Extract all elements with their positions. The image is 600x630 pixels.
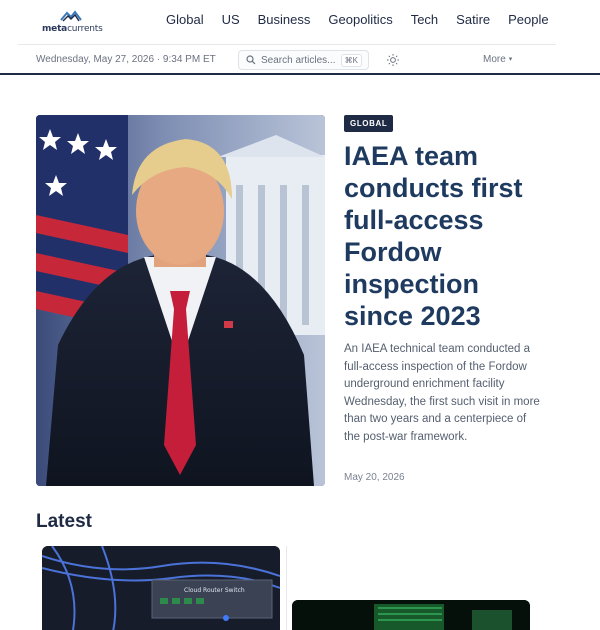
nav-item-satire[interactable]: Satire xyxy=(456,12,490,28)
hero-summary: An IAEA technical team conducted a full-… xyxy=(344,343,540,443)
nav-item-geopolitics[interactable]: Geopolitics xyxy=(328,12,392,28)
more-menu-button[interactable]: More ▾ xyxy=(483,54,512,65)
top-navigation: metacurrents Global US Business Geopolit… xyxy=(0,0,600,44)
caret-down-icon: ▾ xyxy=(508,56,513,63)
logo-wordmark: metacurrents xyxy=(42,24,103,34)
main-nav: Global US Business Geopolitics Tech Sati… xyxy=(166,12,567,28)
nav-item-people[interactable]: People xyxy=(508,12,548,28)
latest-card-image[interactable]: Cloud Router Switch xyxy=(42,546,280,630)
more-label: More xyxy=(483,54,506,65)
sun-icon xyxy=(387,54,399,66)
hero-headline[interactable]: IAEA team conducts first full-access For… xyxy=(344,140,554,332)
theme-toggle-button[interactable] xyxy=(385,52,401,68)
hero-image[interactable] xyxy=(36,115,325,486)
search-input[interactable]: Search articles... ⌘K xyxy=(238,50,369,70)
utility-bar: Wednesday, May 27, 2026 · 9:34 PM ET Sea… xyxy=(0,45,600,73)
network-switch-photo: Cloud Router Switch xyxy=(42,546,280,630)
site-logo[interactable]: metacurrents xyxy=(40,8,103,36)
green-server-photo xyxy=(292,600,530,630)
nav-item-global[interactable]: Global xyxy=(166,12,204,28)
masthead-rule xyxy=(0,73,600,75)
latest-heading: Latest xyxy=(36,511,92,532)
wave-logo-icon xyxy=(60,10,82,22)
hero-date: May 20, 2026 xyxy=(344,472,405,483)
latest-card-image[interactable] xyxy=(292,600,530,630)
column-divider xyxy=(286,546,287,630)
nav-item-business[interactable]: Business xyxy=(258,12,311,28)
nav-item-tech[interactable]: Tech xyxy=(411,12,438,28)
current-date: Wednesday, May 27, 2026 · 9:34 PM ET xyxy=(36,54,216,65)
keyboard-shortcut-badge: ⌘K xyxy=(340,54,362,67)
search-icon xyxy=(246,55,256,65)
search-placeholder: Search articles... xyxy=(261,55,336,66)
switch-label: Cloud Router Switch xyxy=(184,587,245,594)
nav-item-us[interactable]: US xyxy=(222,12,240,28)
category-tag[interactable]: GLOBAL xyxy=(344,115,394,132)
portrait-photo xyxy=(36,115,325,486)
